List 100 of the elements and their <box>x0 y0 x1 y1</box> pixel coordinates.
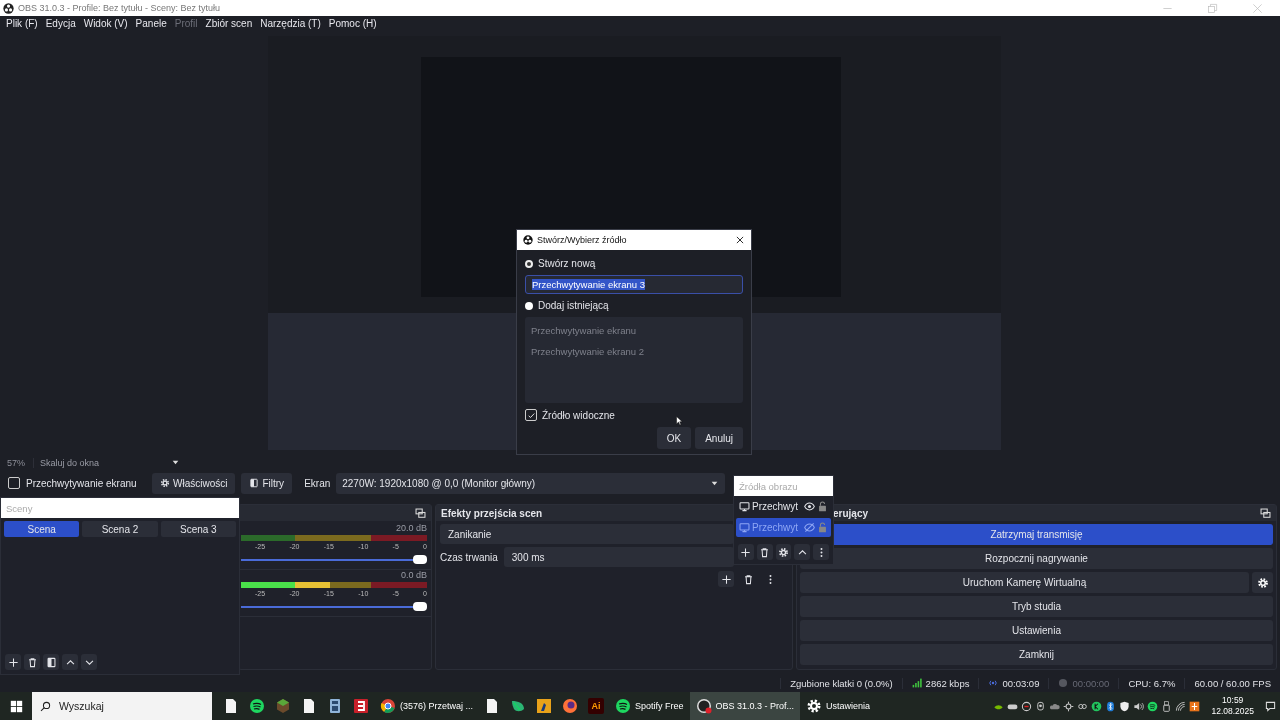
radio-button[interactable] <box>525 259 533 268</box>
app-label: OBS 31.0.3 - Prof... <box>715 701 795 711</box>
ok-button[interactable]: OK <box>656 427 692 449</box>
scene-button[interactable]: Scena 3 <box>160 521 236 537</box>
signal-icon <box>911 678 922 688</box>
leaf-logo-icon[interactable] <box>510 698 527 714</box>
panel-title: erujący <box>833 507 869 519</box>
monitor-icon <box>739 522 750 533</box>
menu-item[interactable]: Plik (F) <box>2 18 42 29</box>
app-label: (3576) Przetwaj ... <box>400 701 474 711</box>
browser-icon <box>380 698 396 714</box>
trash-icon <box>26 656 38 668</box>
filters-button[interactable]: Filtry <box>241 472 293 494</box>
menu-item[interactable]: Zbiór scen <box>201 18 257 29</box>
game-icon[interactable] <box>536 698 553 714</box>
gear-icon <box>1256 576 1269 589</box>
notification-icon[interactable] <box>1265 700 1276 712</box>
settings-button[interactable] <box>775 544 792 560</box>
taskbar-app[interactable]: OBS 31.0.3 - Prof... <box>689 692 801 720</box>
cube-icon[interactable] <box>275 698 291 714</box>
fps: 60.00 / 60.00 FPS <box>1194 677 1271 689</box>
plus-icon <box>7 656 19 668</box>
visible-checkbox[interactable] <box>525 409 537 421</box>
round-logo-icon[interactable] <box>249 698 265 714</box>
settings-button[interactable] <box>1252 572 1273 593</box>
control-button[interactable]: Uruchom Kamerę Wirtualną <box>800 572 1249 593</box>
sun-icon[interactable] <box>1063 700 1075 712</box>
undock-icon[interactable] <box>1260 507 1271 519</box>
square-logo-icon[interactable] <box>1189 700 1201 712</box>
webcam-icon[interactable] <box>1035 700 1047 712</box>
search-field[interactable]: Wyszukaj <box>32 692 212 720</box>
bluetooth-icon[interactable] <box>1105 700 1117 712</box>
close-icon[interactable] <box>735 235 745 245</box>
name-input-field[interactable]: Przechwytywanie ekranu 3 <box>525 275 743 294</box>
slider-thumb[interactable] <box>413 602 427 611</box>
usb-icon[interactable] <box>1161 700 1173 712</box>
browser-icon[interactable] <box>562 698 579 714</box>
duration-field[interactable]: 300 ms <box>503 547 734 567</box>
source-checkbox[interactable] <box>8 477 20 489</box>
bitrate: 2862 kbps <box>925 677 970 689</box>
eye-slash-icon[interactable] <box>804 522 815 533</box>
undock-icon[interactable] <box>415 507 426 519</box>
cpu-usage: CPU: 6.7% <box>1128 677 1176 689</box>
move-up-button[interactable] <box>794 544 811 560</box>
menu-item[interactable]: Pomoc (H) <box>324 18 381 29</box>
more-button[interactable] <box>813 544 829 560</box>
move-down-button[interactable] <box>81 654 97 670</box>
windows-icon[interactable] <box>9 699 23 713</box>
trash-icon <box>742 573 754 585</box>
source-item[interactable]: Przechwyt <box>736 497 831 516</box>
volume-reading: 20.0 dB <box>394 523 427 533</box>
transition-dropdown[interactable]: Zanikanie <box>440 524 734 544</box>
panel-title: Efekty przejścia scen <box>441 507 543 519</box>
document-icon[interactable] <box>223 698 239 714</box>
taskbar-app[interactable]: Ustawienia <box>800 692 877 720</box>
control-button[interactable]: Zamknij <box>800 644 1273 665</box>
radio-button[interactable] <box>525 301 533 310</box>
scale-dropdown[interactable]: Skaluj do okna <box>33 457 180 468</box>
add-button[interactable] <box>5 654 21 670</box>
properties-button[interactable]: Właściwości <box>152 472 236 494</box>
app-label: Ustawienia <box>826 701 871 711</box>
scene-button[interactable]: Scena 2 <box>82 521 158 537</box>
cancel-button[interactable]: Anuluj <box>695 427 743 449</box>
plus-icon <box>720 573 732 585</box>
monitor-icon <box>739 501 750 512</box>
scene-button[interactable]: Scena <box>4 521 80 537</box>
control-button[interactable]: Ustawienia <box>800 620 1273 641</box>
eye-icon[interactable] <box>804 501 815 512</box>
taskbar-app[interactable]: Spotify Free <box>609 692 690 720</box>
record-time: 00:00:00 <box>1072 677 1110 689</box>
shield-icon[interactable] <box>1119 700 1131 712</box>
slider-thumb[interactable] <box>413 555 427 564</box>
display-dropdown[interactable]: 2270W: 1920x1080 @ 0,0 (Monitor główny) <box>336 472 726 494</box>
ring-icon[interactable] <box>1021 700 1033 712</box>
unlocked-icon[interactable] <box>817 501 828 512</box>
menu-item[interactable]: Panele <box>131 18 171 29</box>
menu-item[interactable]: Narzędzia (T) <box>256 18 325 29</box>
menu-item[interactable]: Widok (V) <box>79 18 132 29</box>
filters-button[interactable] <box>43 654 59 670</box>
app-tile[interactable]: Ai <box>588 698 605 714</box>
document-icon[interactable] <box>301 698 317 714</box>
delete-button[interactable] <box>24 654 40 670</box>
wifi-icon[interactable] <box>1175 700 1187 712</box>
add-button[interactable] <box>738 544 754 560</box>
control-button[interactable]: Tryb studia <box>800 596 1273 617</box>
round-logo-icon[interactable] <box>1147 700 1159 712</box>
square-logo-icon[interactable] <box>353 698 369 714</box>
filter-icon <box>249 478 260 488</box>
menu-item[interactable]: Edycja <box>41 18 80 29</box>
radio-label: Dodaj istniejącą <box>538 300 609 311</box>
move-up-button[interactable] <box>62 654 78 670</box>
control-button[interactable]: Rozpocznij nagrywanie <box>800 548 1273 569</box>
filter-icon <box>45 656 57 668</box>
speaker-icon[interactable] <box>1133 700 1145 712</box>
taskbar-app[interactable]: (3576) Przetwaj ... <box>374 692 480 720</box>
app-label: Spotify Free <box>635 701 684 711</box>
calculator-icon[interactable] <box>327 698 343 714</box>
letter-logo-icon[interactable] <box>1091 700 1103 712</box>
add-button[interactable] <box>718 571 734 587</box>
delete-button[interactable] <box>756 544 773 560</box>
